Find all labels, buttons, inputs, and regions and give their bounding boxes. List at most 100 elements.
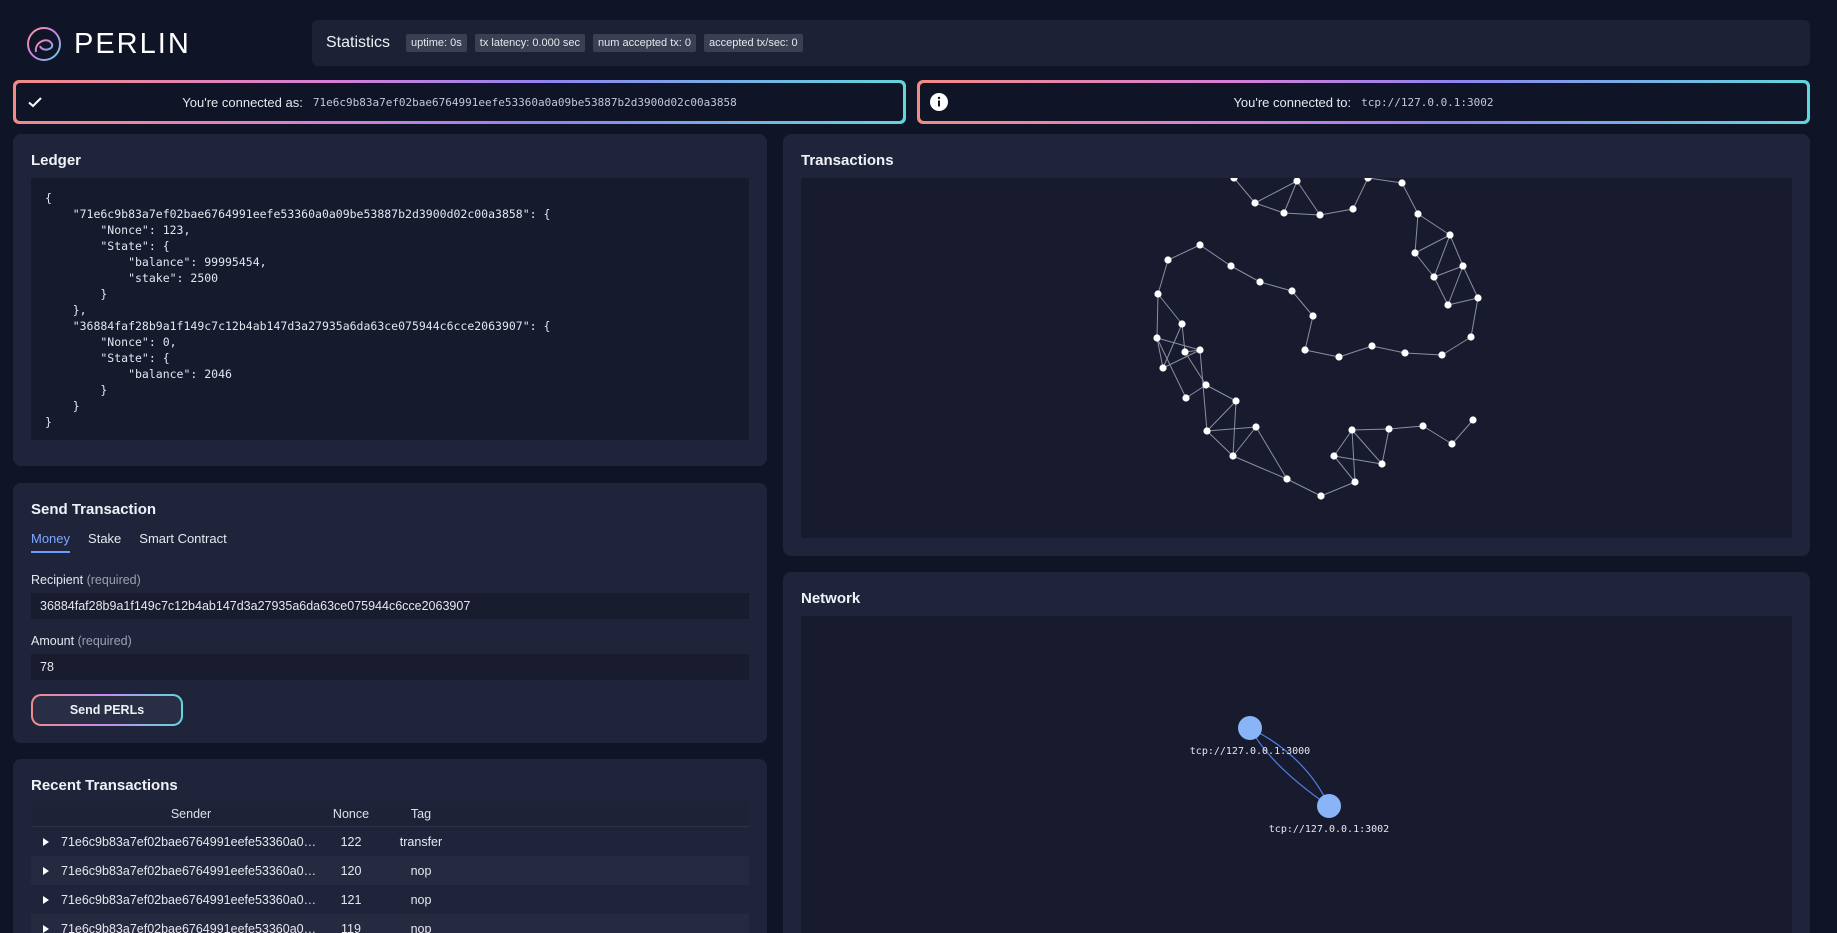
amount-label-text: Amount bbox=[31, 634, 75, 648]
transaction-node[interactable] bbox=[1448, 440, 1456, 448]
transaction-node[interactable] bbox=[1349, 205, 1357, 213]
transaction-node[interactable] bbox=[1330, 452, 1338, 460]
expand-arrow-icon[interactable] bbox=[43, 866, 49, 875]
network-node[interactable] bbox=[1238, 716, 1262, 740]
transaction-edge bbox=[1417, 213, 1451, 236]
table-row[interactable]: 71e6c9b83a7ef02bae6764991eefe53360a0… 12… bbox=[31, 885, 749, 914]
transaction-edge bbox=[1156, 337, 1164, 369]
header-nonce[interactable]: Nonce bbox=[321, 807, 381, 821]
transaction-edge bbox=[1157, 293, 1183, 325]
transaction-node[interactable] bbox=[1283, 475, 1291, 483]
transaction-node[interactable] bbox=[1196, 241, 1204, 249]
network-graph[interactable]: tcp://127.0.0.1:3000 tcp://127.0.0.1:300… bbox=[801, 616, 1792, 933]
tab-stake[interactable]: Stake bbox=[88, 531, 121, 553]
tx-latency-badge: tx latency: 0.000 sec bbox=[474, 34, 586, 52]
transaction-node[interactable] bbox=[1335, 353, 1343, 361]
tab-smart-contract[interactable]: Smart Contract bbox=[139, 531, 226, 553]
transaction-edge bbox=[1199, 244, 1232, 267]
transaction-node[interactable] bbox=[1401, 349, 1409, 357]
transaction-edge bbox=[1447, 265, 1464, 306]
table-row[interactable]: 71e6c9b83a7ef02bae6764991eefe53360a0… 12… bbox=[31, 827, 749, 856]
transaction-node[interactable] bbox=[1348, 426, 1356, 434]
transactions-graph[interactable] bbox=[801, 178, 1792, 538]
transaction-edge bbox=[1206, 426, 1257, 432]
transaction-node[interactable] bbox=[1154, 290, 1162, 298]
connected-to-label: You're connected to: bbox=[1233, 94, 1352, 110]
header-tag[interactable]: Tag bbox=[381, 807, 461, 821]
transaction-edge bbox=[1233, 178, 1256, 204]
transaction-node[interactable] bbox=[1398, 179, 1406, 187]
transaction-node[interactable] bbox=[1430, 273, 1438, 281]
statistics-title: Statistics bbox=[326, 34, 391, 51]
transaction-node[interactable] bbox=[1232, 397, 1240, 405]
transaction-node[interactable] bbox=[1159, 364, 1167, 372]
transactions-graph-svg[interactable] bbox=[801, 178, 1792, 538]
transaction-node[interactable] bbox=[1196, 346, 1204, 354]
transaction-node[interactable] bbox=[1411, 249, 1419, 257]
transaction-edge bbox=[1259, 281, 1293, 292]
send-perls-button[interactable]: Send PERLs bbox=[31, 694, 183, 726]
tab-money[interactable]: Money bbox=[31, 531, 71, 553]
transaction-node[interactable] bbox=[1293, 178, 1301, 185]
transaction-node[interactable] bbox=[1444, 301, 1452, 309]
network-panel: Network tcp://127.0.0.1:3000 tcp://127.0… bbox=[783, 572, 1810, 933]
transaction-edge bbox=[1319, 208, 1354, 216]
num-accepted-tx-badge: num accepted tx: 0 bbox=[593, 34, 696, 52]
perlin-logo: PERLIN bbox=[26, 26, 191, 62]
transaction-node[interactable] bbox=[1317, 492, 1325, 500]
transaction-node[interactable] bbox=[1227, 262, 1235, 270]
expand-arrow-icon[interactable] bbox=[43, 924, 49, 933]
transaction-node[interactable] bbox=[1182, 394, 1190, 402]
transaction-node[interactable] bbox=[1385, 425, 1393, 433]
transaction-node[interactable] bbox=[1351, 478, 1359, 486]
transaction-node[interactable] bbox=[1153, 334, 1161, 342]
transaction-node[interactable] bbox=[1256, 278, 1264, 286]
amount-input[interactable] bbox=[31, 654, 749, 680]
transaction-edge bbox=[1388, 425, 1424, 430]
row-nonce: 120 bbox=[340, 863, 362, 878]
table-row[interactable]: 71e6c9b83a7ef02bae6764991eefe53360a0… 12… bbox=[31, 856, 749, 885]
expand-arrow-icon[interactable] bbox=[43, 837, 49, 846]
transaction-node[interactable] bbox=[1229, 452, 1237, 460]
transaction-edge bbox=[1351, 429, 1383, 465]
network-title: Network bbox=[801, 590, 861, 607]
transaction-node[interactable] bbox=[1301, 346, 1309, 354]
transaction-node[interactable] bbox=[1438, 351, 1446, 359]
transaction-node[interactable] bbox=[1467, 333, 1475, 341]
transaction-edge bbox=[1167, 244, 1201, 261]
transaction-edge bbox=[1333, 455, 1383, 465]
transaction-node[interactable] bbox=[1446, 231, 1454, 239]
transaction-node[interactable] bbox=[1419, 422, 1427, 430]
transaction-node[interactable] bbox=[1251, 199, 1259, 207]
send-tabs: Money Stake Smart Contract bbox=[31, 531, 227, 553]
transaction-node[interactable] bbox=[1474, 294, 1482, 302]
transaction-node[interactable] bbox=[1309, 312, 1317, 320]
transaction-node[interactable] bbox=[1414, 210, 1422, 218]
transaction-node[interactable] bbox=[1459, 262, 1467, 270]
transaction-node[interactable] bbox=[1252, 423, 1260, 431]
transaction-node[interactable] bbox=[1181, 348, 1189, 356]
connected-to-banner: You're connected to: tcp://127.0.0.1:300… bbox=[917, 80, 1810, 124]
transaction-node[interactable] bbox=[1364, 178, 1372, 182]
recipient-input[interactable] bbox=[31, 593, 749, 619]
network-graph-svg[interactable]: tcp://127.0.0.1:3000 tcp://127.0.0.1:300… bbox=[801, 616, 1792, 933]
transaction-node[interactable] bbox=[1288, 287, 1296, 295]
transaction-node[interactable] bbox=[1164, 256, 1172, 264]
transaction-node[interactable] bbox=[1203, 427, 1211, 435]
row-nonce: 119 bbox=[341, 921, 361, 933]
uptime-badge: uptime: 0s bbox=[406, 34, 467, 52]
table-row[interactable]: 71e6c9b83a7ef02bae6764991eefe53360a0… 11… bbox=[31, 914, 749, 933]
row-tag: nop bbox=[410, 921, 432, 933]
network-node[interactable] bbox=[1317, 794, 1341, 818]
header-sender[interactable]: Sender bbox=[61, 807, 321, 821]
transaction-node[interactable] bbox=[1469, 416, 1477, 424]
transaction-node[interactable] bbox=[1378, 460, 1386, 468]
transaction-node[interactable] bbox=[1202, 381, 1210, 389]
transaction-node[interactable] bbox=[1178, 320, 1186, 328]
transaction-node[interactable] bbox=[1316, 211, 1324, 219]
expand-arrow-icon[interactable] bbox=[43, 895, 49, 904]
logo-text: PERLIN bbox=[74, 27, 191, 60]
transaction-node[interactable] bbox=[1368, 342, 1376, 350]
transaction-node[interactable] bbox=[1280, 209, 1288, 217]
transaction-edge bbox=[1304, 349, 1340, 358]
